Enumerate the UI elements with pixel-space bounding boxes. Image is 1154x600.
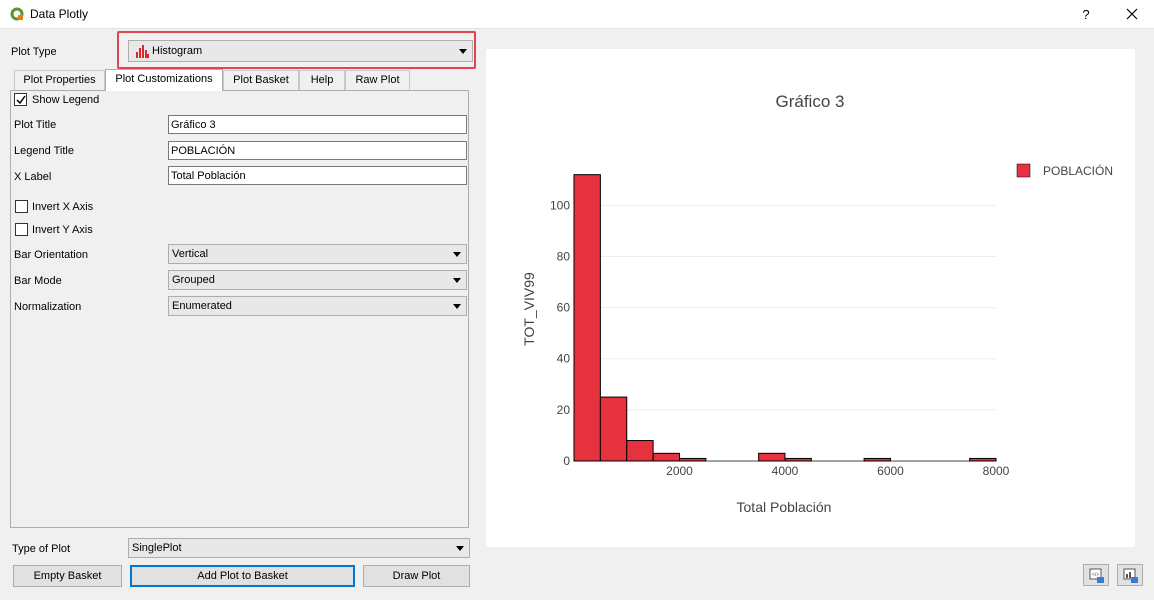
x-label-input[interactable]: Total Población (168, 166, 467, 185)
histogram-bar (758, 452, 786, 462)
histogram-bar (969, 457, 997, 462)
histogram-bar (863, 457, 891, 462)
type-of-plot-select[interactable]: SinglePlot (128, 538, 470, 558)
invert-y-axis-checkbox[interactable] (15, 223, 28, 236)
y-tick-label: 100 (550, 198, 570, 212)
bar-orientation-value: Vertical (172, 248, 209, 260)
chart-title: Gráfico 3 (776, 92, 845, 111)
type-of-plot-value: SinglePlot (132, 542, 182, 554)
legend-title-value: POBLACIÓN (171, 145, 236, 157)
save-plot-icon (1123, 568, 1138, 583)
add-plot-to-basket-button[interactable]: Add Plot to Basket (130, 565, 355, 587)
tab-plot-customizations[interactable]: Plot Customizations (105, 69, 223, 91)
draw-plot-button[interactable]: Draw Plot (363, 565, 470, 587)
invert-x-axis-checkbox[interactable] (15, 200, 28, 213)
invert-x-axis-label: Invert X Axis (32, 201, 94, 213)
bar-orientation-label: Bar Orientation (14, 249, 88, 261)
chevron-down-icon (453, 252, 461, 257)
legend-label: POBLACIÓN (1043, 163, 1113, 178)
window-title: Data Plotly (30, 7, 89, 21)
close-icon (1126, 8, 1138, 20)
histogram-chart: Gráfico 3 TOT_VIV99 Total Población 0 20 4… (521, 92, 1113, 515)
close-button[interactable] (1118, 0, 1146, 29)
plot-type-highlight (117, 31, 476, 69)
chevron-down-icon (453, 304, 461, 309)
tab-raw-plot[interactable]: Raw Plot (345, 70, 410, 90)
histogram-bar (626, 440, 654, 462)
bar-mode-value: Grouped (172, 274, 215, 286)
legend-title-label: Legend Title (14, 145, 74, 157)
chevron-down-icon (456, 546, 464, 551)
plot-title-input[interactable]: Gráfico 3 (168, 115, 467, 134)
export-plot-button[interactable]: </> (1083, 564, 1109, 586)
x-label-label: X Label (14, 171, 52, 183)
plot-title-label: Plot Title (14, 119, 57, 131)
empty-basket-button[interactable]: Empty Basket (13, 565, 122, 587)
chart-bars (573, 174, 997, 462)
chart-x-axis-label: Total Población (737, 499, 832, 515)
bar-orientation-select[interactable]: Vertical (168, 244, 467, 264)
histogram-bar (599, 396, 628, 462)
tab-plot-properties[interactable]: Plot Properties (14, 70, 105, 90)
normalization-value: Enumerated (172, 300, 232, 312)
x-tick-label: 8000 (983, 464, 1010, 478)
chart-gridlines (574, 204, 996, 462)
plot-view: Gráfico 3 TOT_VIV99 Total Población 0 20 4… (486, 49, 1135, 547)
chart-y-axis-label: TOT_VIV99 (521, 272, 537, 346)
qgis-logo-icon (10, 7, 24, 21)
histogram-bar (679, 457, 707, 462)
histogram-bar (784, 457, 812, 462)
x-tick-label: 2000 (666, 464, 693, 478)
chart-legend: POBLACIÓN (1016, 163, 1113, 178)
plot-type-label: Plot Type (11, 46, 57, 58)
show-legend-checkbox[interactable] (14, 93, 27, 106)
y-tick-label: 20 (557, 403, 571, 417)
histogram-bar (573, 174, 601, 462)
histogram-bar (652, 452, 680, 462)
x-tick-label: 4000 (772, 464, 799, 478)
y-tick-label: 80 (557, 249, 571, 263)
invert-y-axis-label: Invert Y Axis (32, 224, 93, 236)
legend-swatch (1016, 163, 1031, 178)
x-label-value: Total Población (171, 170, 246, 182)
x-tick-label: 6000 (877, 464, 904, 478)
tab-help[interactable]: Help (299, 70, 345, 90)
title-bar: Data Plotly ? (0, 0, 1154, 29)
chevron-down-icon (453, 278, 461, 283)
tab-plot-basket[interactable]: Plot Basket (223, 70, 299, 90)
help-button[interactable]: ? (1072, 0, 1100, 29)
export-plot-icon: </> (1089, 568, 1104, 583)
y-tick-label: 60 (557, 301, 571, 315)
show-legend-label: Show Legend (32, 94, 100, 106)
legend-title-input[interactable]: POBLACIÓN (168, 141, 467, 160)
y-tick-label: 40 (557, 352, 571, 366)
y-tick-label: 0 (563, 454, 570, 468)
bar-mode-select[interactable]: Grouped (168, 270, 467, 290)
type-of-plot-label: Type of Plot (12, 543, 71, 555)
bar-mode-label: Bar Mode (14, 275, 62, 287)
checkmark-icon (16, 95, 26, 105)
plot-title-value: Gráfico 3 (171, 119, 216, 131)
normalization-label: Normalization (14, 301, 82, 313)
normalization-select[interactable]: Enumerated (168, 296, 467, 316)
save-plot-button[interactable] (1117, 564, 1143, 586)
